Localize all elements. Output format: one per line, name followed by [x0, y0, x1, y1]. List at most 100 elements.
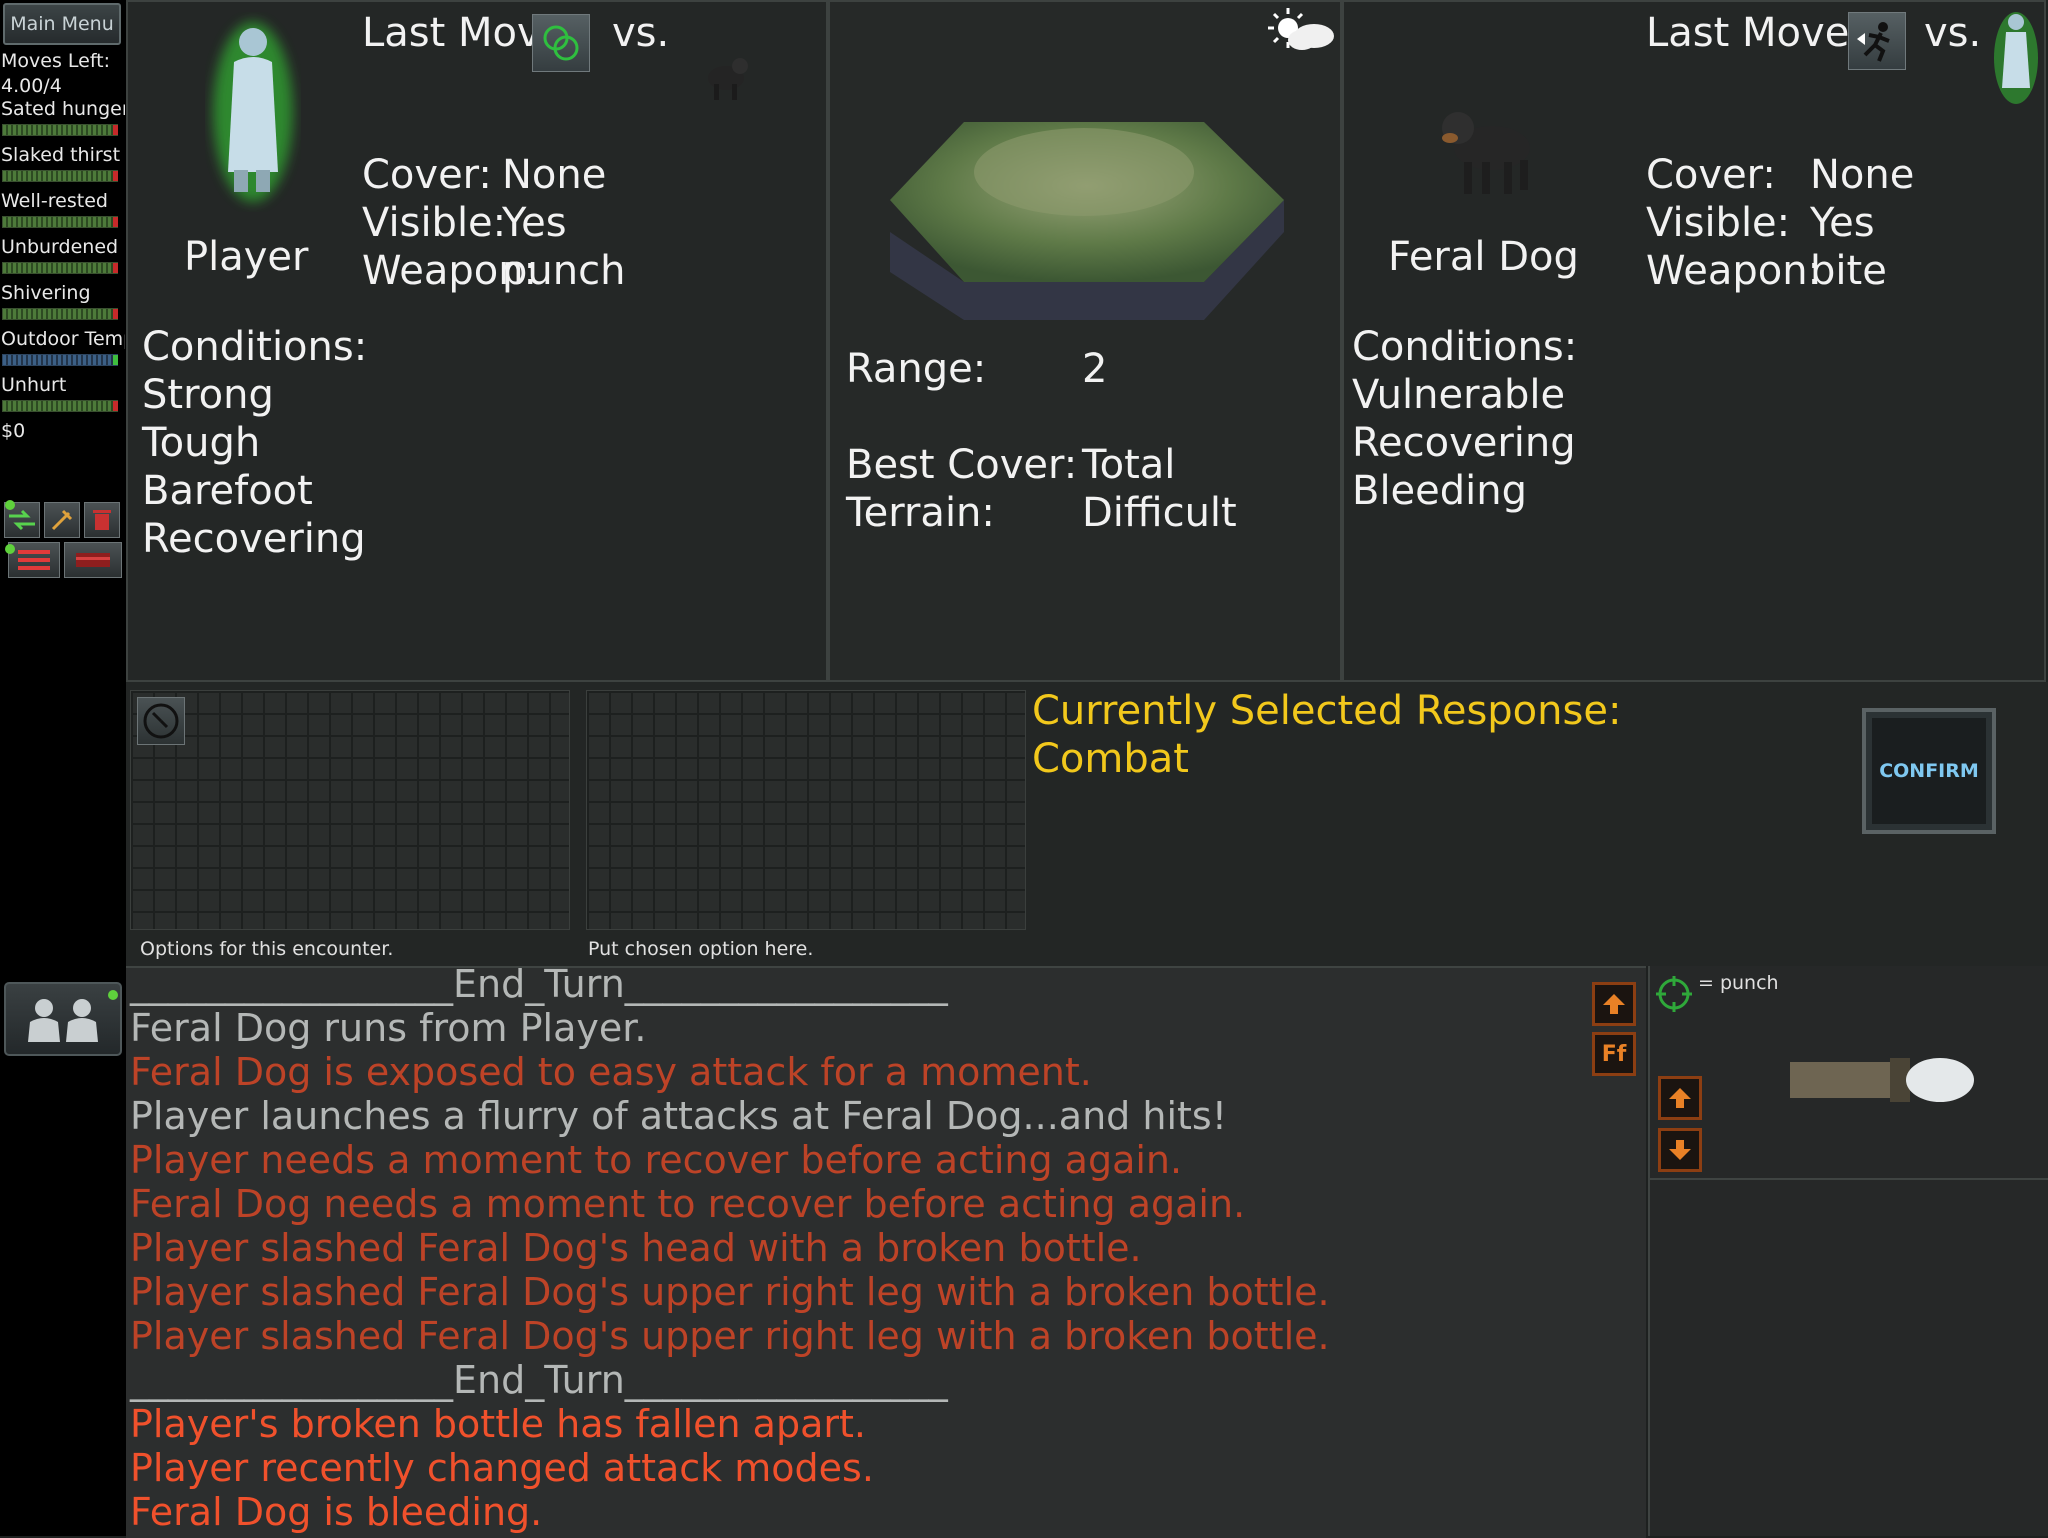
- player-conditions-label: Conditions:: [142, 324, 368, 370]
- stat-burden-label: Unburdened: [1, 236, 119, 258]
- log-scroll-up-button[interactable]: [1592, 982, 1636, 1026]
- flurry-icon: [543, 25, 579, 61]
- enemy-last-move-label: Last Move:: [1646, 10, 1863, 56]
- opponent-player-icon: [1994, 12, 2038, 104]
- player-name: Player: [184, 234, 309, 280]
- enemy-condition: Vulnerable: [1352, 372, 1566, 418]
- trash-icon[interactable]: [84, 502, 120, 538]
- log-line: Player recently changed attack modes.: [130, 1446, 874, 1490]
- combat-log[interactable]: _________________End_Turn_______________…: [126, 966, 1646, 1538]
- log-line: Player slashed Feral Dog's upper right l…: [130, 1270, 1330, 1314]
- stat-rest-bar: [2, 216, 118, 228]
- log-line: _________________End_Turn_______________…: [130, 1358, 948, 1402]
- moves-left-value: 4.00/4: [1, 75, 62, 97]
- enemy-condition: Bleeding: [1352, 468, 1528, 514]
- money-value: $0: [1, 420, 26, 442]
- running-figure-icon: [1857, 22, 1890, 62]
- selected-response-value: Combat: [1032, 736, 1189, 782]
- player-condition: Recovering: [142, 516, 366, 562]
- weapon-panel: = punch: [1648, 966, 2048, 1536]
- player-last-move-icon: [532, 14, 590, 72]
- party-button[interactable]: [4, 982, 122, 1056]
- log-line: _________________End_Turn_______________…: [130, 966, 948, 1006]
- log-line: Player needs a moment to recover before …: [130, 1138, 1183, 1182]
- stat-thirst-bar: [2, 170, 118, 182]
- enemy-visible-value: Yes: [1810, 200, 1875, 246]
- weapon-legend: = punch: [1698, 972, 1779, 994]
- player-visible-label: Visible:: [362, 200, 507, 246]
- arrow-down-icon: [1669, 1140, 1691, 1160]
- encounter-options-grid[interactable]: [130, 690, 570, 930]
- weapon-scroll-up-button[interactable]: [1658, 1076, 1702, 1120]
- moves-left-label: Moves Left:: [1, 50, 111, 72]
- log-line: Player slashed Feral Dog's head with a b…: [130, 1226, 1142, 1270]
- selected-response-label: Currently Selected Response:: [1032, 688, 1622, 734]
- log-line: Feral Dog runs from Player.: [130, 1006, 647, 1050]
- stat-hunger-bar: [2, 124, 118, 136]
- chosen-option-slot[interactable]: [586, 690, 1026, 930]
- enemy-last-move-icon: [1848, 12, 1906, 70]
- panel-toggle-icon[interactable]: [64, 542, 122, 578]
- enemy-conditions-label: Conditions:: [1352, 324, 1578, 370]
- player-cover-value: None: [502, 152, 607, 198]
- best-cover-value: Total: [1082, 442, 1176, 488]
- enemy-condition: Recovering: [1352, 420, 1576, 466]
- enemy-visible-label: Visible:: [1646, 200, 1791, 246]
- range-label: Range:: [846, 346, 987, 392]
- stat-health-bar: [2, 400, 118, 412]
- log-font-button[interactable]: Ff: [1592, 1032, 1636, 1076]
- stat-warmth-label: Shivering: [1, 282, 91, 304]
- enemy-weapon-label: Weapon:: [1646, 248, 1822, 294]
- stat-rest-label: Well-rested: [1, 190, 108, 212]
- enemy-weapon-value: bite: [1810, 248, 1887, 294]
- enemy-cover-label: Cover:: [1646, 152, 1776, 198]
- terrain-value: Difficult: [1082, 490, 1237, 536]
- chosen-caption: Put chosen option here.: [588, 938, 814, 960]
- range-value: 2: [1082, 346, 1108, 392]
- craft-icon[interactable]: [44, 502, 80, 538]
- stat-warmth-bar: [2, 308, 118, 320]
- options-caption: Options for this encounter.: [140, 938, 394, 960]
- opponent-dog-icon: [708, 58, 748, 100]
- wait-option[interactable]: [137, 697, 185, 745]
- enemy-cover-value: None: [1810, 152, 1915, 198]
- player-vs-label: vs.: [612, 10, 670, 56]
- stat-thirst-label: Slaked thirst: [1, 144, 121, 166]
- people-icon: [28, 999, 98, 1042]
- stat-burden-bar: [2, 262, 118, 274]
- crosshair-icon: [1656, 976, 1692, 1012]
- log-line: Feral Dog needs a moment to recover befo…: [130, 1182, 1246, 1226]
- enemy-vs-label: vs.: [1924, 10, 1982, 56]
- player-condition: Tough: [142, 420, 261, 466]
- arrow-up-icon: [1669, 1088, 1691, 1108]
- clock-icon: [143, 703, 179, 739]
- best-cover-label: Best Cover:: [846, 442, 1078, 488]
- player-weapon-value: punch: [502, 248, 626, 294]
- terrain-panel: Range: 2 Best Cover: Total Terrain: Diff…: [828, 0, 1342, 682]
- arrow-up-icon: [1603, 994, 1625, 1014]
- log-line: Feral Dog is bleeding.: [130, 1490, 543, 1534]
- player-condition: Strong: [142, 372, 274, 418]
- online-indicator-dot: [108, 990, 118, 1000]
- enemy-panel: Feral Dog Last Move: vs. Cover: None Vis…: [1342, 0, 2046, 682]
- panel-divider: [1650, 1178, 2048, 1180]
- status-indicator-dot: [5, 544, 15, 554]
- main-menu-button[interactable]: Main Menu: [3, 3, 121, 45]
- player-panel: Last Move: vs. Player Cover: None Visibl…: [126, 0, 828, 682]
- terrain-label: Terrain:: [846, 490, 995, 536]
- enemy-portrait: [1442, 112, 1530, 194]
- log-line: Player's broken bottle has fallen apart.: [130, 1402, 866, 1446]
- status-sidebar: Main Menu Moves Left: 4.00/4 Sated hunge…: [0, 0, 126, 1536]
- status-indicator-dot: [5, 500, 15, 510]
- confirm-button[interactable]: CONFIRM: [1862, 708, 1996, 834]
- player-visible-value: Yes: [502, 200, 567, 246]
- stat-outdoor-temp-bar: [2, 354, 118, 366]
- fist-icon: [1790, 1058, 1974, 1102]
- player-condition: Barefoot: [142, 468, 313, 514]
- terrain-hex-tile: [890, 122, 1284, 320]
- list-menu-icon[interactable]: [8, 542, 60, 578]
- log-line: Player launches a flurry of attacks at F…: [130, 1094, 1227, 1138]
- player-portrait: [213, 22, 293, 202]
- stat-hunger-label: Sated hunger: [1, 98, 125, 120]
- weapon-scroll-down-button[interactable]: [1658, 1128, 1702, 1172]
